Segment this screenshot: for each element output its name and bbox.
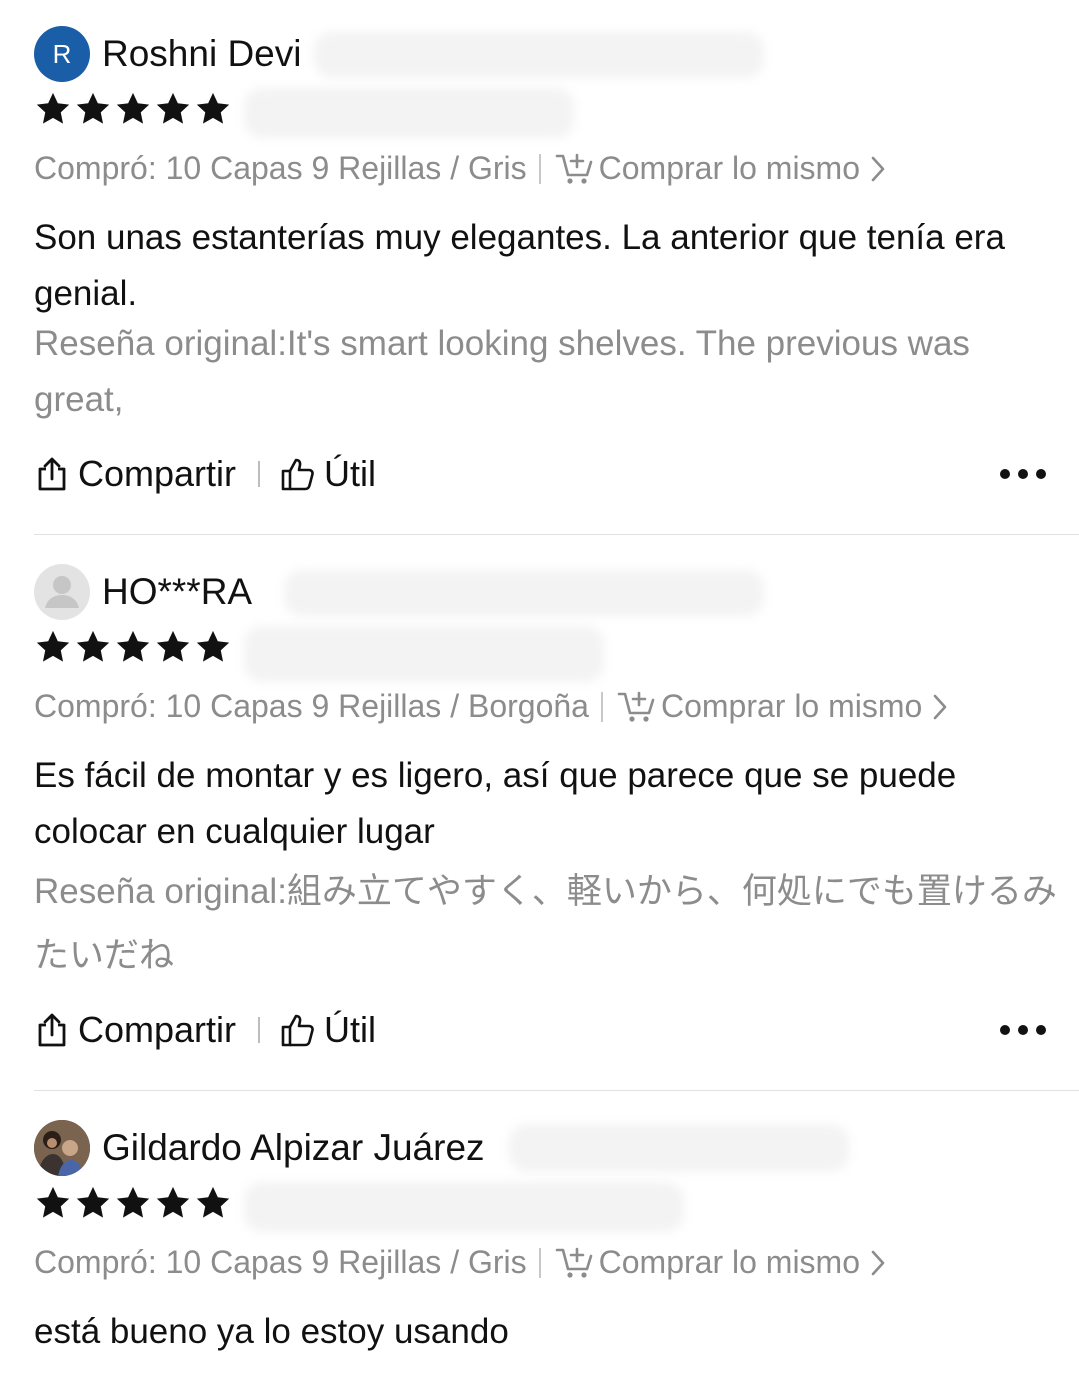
star-icon — [74, 628, 112, 666]
review-divider — [34, 1090, 1079, 1091]
helpful-label: Útil — [324, 453, 377, 494]
avatar[interactable]: R — [34, 26, 90, 82]
cart-plus-icon — [555, 152, 593, 186]
more-dots-icon — [1000, 469, 1010, 479]
share-button[interactable]: Compartir — [34, 453, 236, 495]
more-dots-icon — [1000, 1025, 1010, 1035]
buy-same-button[interactable]: Comprar lo mismo — [617, 688, 948, 725]
avatar-letter: R — [52, 38, 72, 69]
original-review-text: Reseña original:It's smart looking shelv… — [34, 324, 970, 419]
review-actions: Compartir Útil — [34, 452, 1046, 496]
buy-same-label: Comprar lo mismo — [660, 688, 923, 724]
reviewer-header: Gildardo Alpizar Juárez — [34, 1120, 485, 1176]
redacted-area — [244, 626, 604, 682]
review-card: R Roshni Devi Compró: 10 Capas 9 Rejilla… — [34, 26, 1079, 506]
buy-same-label: Comprar lo mismo — [598, 150, 860, 186]
star-icon — [154, 1184, 192, 1222]
thumbs-up-icon — [280, 1012, 316, 1048]
redacted-area — [244, 1182, 684, 1232]
star-icon — [194, 628, 232, 666]
cart-plus-icon — [617, 690, 655, 724]
reviewer-name[interactable]: Roshni Devi — [102, 33, 301, 75]
thumbs-up-icon — [280, 456, 316, 492]
avatar[interactable] — [34, 564, 90, 620]
helpful-label: Útil — [324, 1009, 377, 1050]
star-icon — [74, 1184, 112, 1222]
more-options-button[interactable] — [1000, 1025, 1046, 1035]
share-icon — [34, 456, 70, 492]
star-icon — [154, 90, 192, 128]
share-label: Compartir — [78, 1009, 237, 1050]
reviewer-name[interactable]: Gildardo Alpizar Juárez — [102, 1127, 485, 1169]
divider — [258, 1017, 261, 1043]
purchase-info: Compró: 10 Capas 9 Rejillas / Gris Compr… — [34, 1244, 886, 1281]
star-icon — [74, 90, 112, 128]
star-icon — [114, 628, 152, 666]
review-actions: Compartir Útil — [34, 1008, 1046, 1052]
star-icon — [114, 1184, 152, 1222]
chevron-right-icon — [932, 693, 948, 721]
reviewer-name[interactable]: HO***RA — [102, 571, 252, 613]
review-divider — [34, 534, 1079, 535]
star-icon — [114, 90, 152, 128]
more-dots-icon — [1018, 1025, 1028, 1035]
star-icon — [194, 1184, 232, 1222]
redacted-area — [284, 570, 764, 616]
profile-photo — [34, 1120, 90, 1176]
share-button[interactable]: Compartir — [34, 1009, 236, 1051]
original-review-text: Reseña original:組み立てやすく、軽いから、何処にでも置けるみたい… — [34, 872, 1057, 975]
star-rating — [34, 90, 232, 128]
buy-same-button[interactable]: Comprar lo mismo — [555, 150, 886, 187]
buy-same-label: Comprar lo mismo — [598, 1244, 860, 1280]
purchase-info: Compró: 10 Capas 9 Rejillas / Borgoña Co… — [34, 688, 948, 725]
review-text: está bueno ya lo estoy usando — [34, 1312, 509, 1351]
chevron-right-icon — [870, 1249, 886, 1277]
reviewer-header: R Roshni Devi — [34, 26, 301, 82]
star-rating — [34, 628, 232, 666]
user-placeholder-icon — [45, 576, 79, 608]
review-text: Son unas estanterías muy elegantes. La a… — [34, 218, 1005, 313]
helpful-button[interactable]: Útil — [280, 453, 376, 495]
share-icon — [34, 1012, 70, 1048]
share-label: Compartir — [78, 453, 237, 494]
review-text: Es fácil de montar y es ligero, así que … — [34, 756, 957, 851]
star-icon — [34, 1184, 72, 1222]
buy-same-button[interactable]: Comprar lo mismo — [555, 1244, 886, 1281]
divider — [538, 153, 541, 184]
star-icon — [194, 90, 232, 128]
star-icon — [154, 628, 192, 666]
cart-plus-icon — [555, 1246, 593, 1280]
divider — [538, 1247, 541, 1278]
star-rating — [34, 1184, 232, 1222]
reviewer-header: HO***RA — [34, 564, 252, 620]
divider — [600, 691, 603, 722]
redacted-area — [314, 32, 764, 78]
purchased-variant: Compró: 10 Capas 9 Rejillas / Borgoña — [34, 688, 589, 724]
avatar[interactable] — [34, 1120, 90, 1176]
redacted-area — [509, 1124, 849, 1172]
star-icon — [34, 90, 72, 128]
review-card: HO***RA Compró: 10 Capas 9 Rejillas / Bo… — [34, 564, 1079, 1064]
chevron-right-icon — [870, 155, 886, 183]
review-card: Gildardo Alpizar Juárez Compró: 10 Capas… — [34, 1120, 1079, 1373]
purchase-info: Compró: 10 Capas 9 Rejillas / Gris Compr… — [34, 150, 886, 187]
purchased-variant: Compró: 10 Capas 9 Rejillas / Gris — [34, 150, 527, 186]
star-icon — [34, 628, 72, 666]
helpful-button[interactable]: Útil — [280, 1009, 376, 1051]
more-dots-icon — [1036, 1025, 1046, 1035]
more-options-button[interactable] — [1000, 469, 1046, 479]
redacted-area — [244, 88, 574, 138]
purchased-variant: Compró: 10 Capas 9 Rejillas / Gris — [34, 1244, 527, 1280]
divider — [258, 461, 261, 487]
more-dots-icon — [1018, 469, 1028, 479]
more-dots-icon — [1036, 469, 1046, 479]
